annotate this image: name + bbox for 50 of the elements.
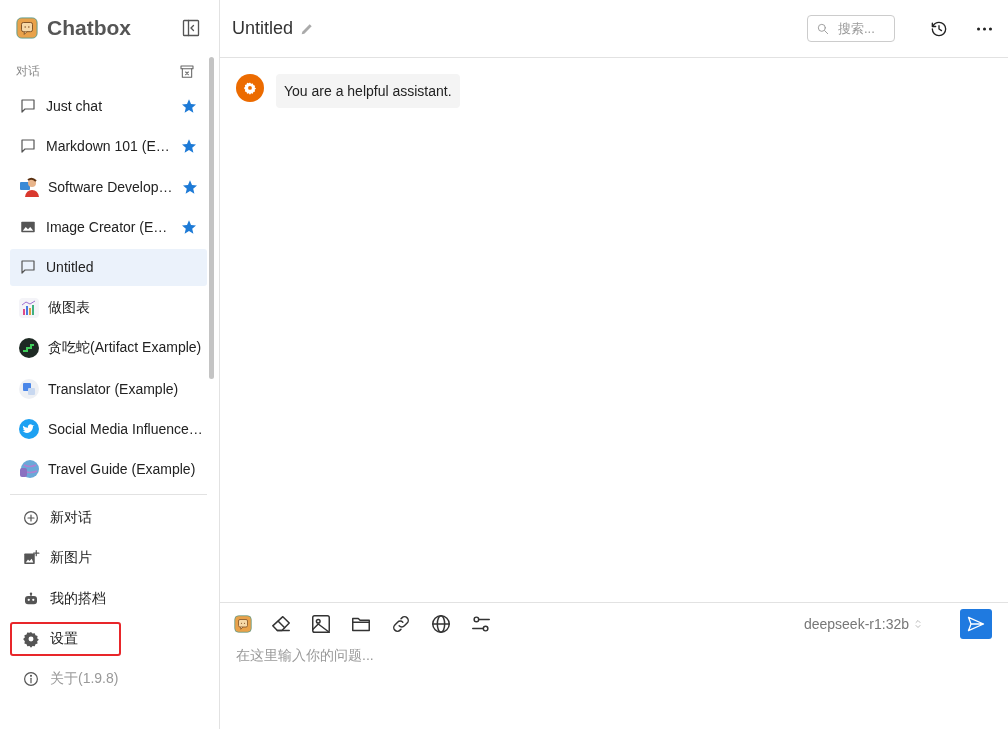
image-icon <box>310 613 332 635</box>
conversation-item[interactable]: Just chat <box>10 87 207 125</box>
conversation-item[interactable]: Software Develop… <box>10 168 207 206</box>
sidebar-collapse-icon <box>181 18 201 39</box>
toolbar-button[interactable] <box>430 613 452 635</box>
translate-avatar-icon <box>19 378 39 399</box>
settings-avatar-icon <box>236 74 264 102</box>
sidebar-action[interactable]: 设置 <box>10 621 121 656</box>
model-selector[interactable]: deepseek-r1:32b <box>803 616 924 632</box>
more-button[interactable] <box>977 26 992 31</box>
collapse-sidebar-button[interactable] <box>181 18 201 39</box>
sidebar-action[interactable]: 新对话 <box>10 501 104 536</box>
conversation-item[interactable]: Image Creator (E… <box>10 208 207 246</box>
sidebar-action[interactable]: 新图片 <box>10 541 104 576</box>
globe-avatar-icon <box>19 459 39 480</box>
info-icon <box>22 669 40 688</box>
chat-bubble-logo-icon <box>16 17 38 40</box>
conversation-item[interactable]: Travel Guide (Example) <box>10 450 207 488</box>
send-button[interactable] <box>960 609 992 639</box>
chat-bubble-logo-icon <box>234 615 252 633</box>
message-bubble: You are a helpful assistant. <box>276 74 460 108</box>
more-dots-icon <box>977 26 992 31</box>
conversation-title: Untitled <box>232 18 294 39</box>
settings-icon <box>22 629 40 648</box>
conversation-item[interactable]: Translator (Example) <box>10 370 207 408</box>
conversation-item[interactable]: 贪吃蛇(Artifact Example) <box>10 329 207 367</box>
up-down-chevron-icon <box>912 618 924 630</box>
archive-icon <box>179 63 195 80</box>
conversation-item[interactable]: Markdown 101 (E… <box>10 127 207 165</box>
toolbar-button[interactable] <box>470 613 492 635</box>
conversation-item[interactable]: Social Media Influence… <box>10 410 207 448</box>
search-icon <box>816 22 830 36</box>
link-icon <box>390 613 412 635</box>
globe-icon <box>430 613 452 635</box>
app-name: Chatbox <box>47 16 132 41</box>
chat-bubble-icon <box>19 96 37 115</box>
bird-avatar-icon <box>19 419 39 439</box>
toolbar-button[interactable] <box>390 613 412 635</box>
send-icon <box>966 614 986 634</box>
sidebar-action[interactable]: 我的搭档 <box>10 581 118 616</box>
bar-chart-avatar-icon <box>19 297 39 318</box>
plus-circle-icon <box>22 509 40 528</box>
conversation-item[interactable]: 做图表 <box>10 289 207 327</box>
section-label: 对话 <box>16 63 40 81</box>
sliders-icon <box>470 613 492 635</box>
conversation-item[interactable]: Untitled <box>10 248 207 286</box>
search-field[interactable]: 搜索... <box>807 15 895 42</box>
developer-avatar-icon <box>19 176 39 197</box>
snake-game-avatar-icon <box>19 338 39 359</box>
toolbar-button[interactable] <box>310 613 332 635</box>
